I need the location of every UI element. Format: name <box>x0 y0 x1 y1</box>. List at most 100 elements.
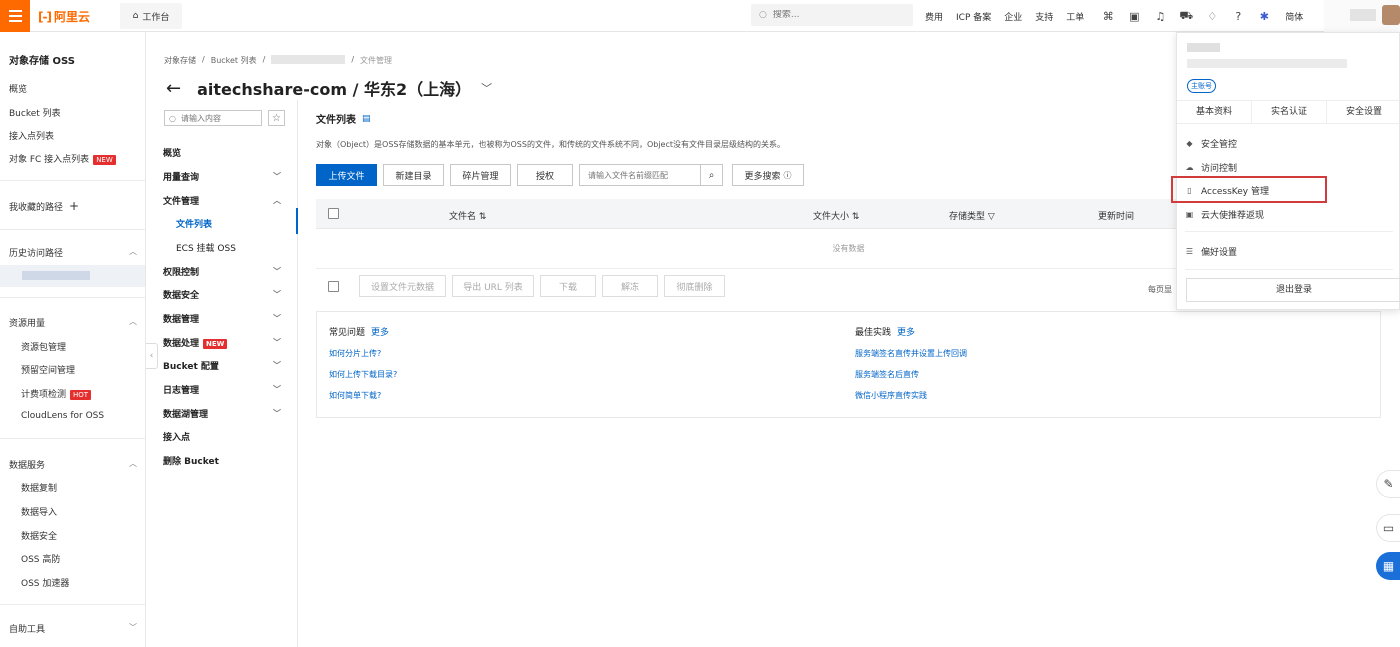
best-practice-link[interactable]: 服务端签名后直传 <box>855 369 967 380</box>
sidebar-item-bucket-list[interactable]: Bucket 列表 <box>9 106 61 119</box>
subnav-item-bucket-config[interactable]: Bucket 配置 ﹀ <box>163 359 281 372</box>
nav-enterprise[interactable]: 企业 <box>1004 10 1022 23</box>
global-search[interactable]: ○ <box>751 4 913 26</box>
sidebar-item-fc-access[interactable]: 对象 FC 接入点列表 NEW <box>9 152 116 165</box>
best-practice-link[interactable]: 微信小程序直传实践 <box>855 390 967 401</box>
subnav-item-file-list[interactable]: 文件列表 <box>176 217 294 230</box>
col-size[interactable]: 文件大小 ⇅ <box>813 209 859 222</box>
plus-icon[interactable]: + <box>69 199 79 213</box>
file-search-input[interactable] <box>580 170 700 180</box>
nav-ticket[interactable]: 工单 <box>1066 10 1084 23</box>
help-icon[interactable]: ? <box>1227 10 1249 23</box>
subnav-item-delete-bucket[interactable]: 删除 Bucket <box>163 454 281 467</box>
sidebar-self-tools-header[interactable]: 自助工具 ﹀ <box>9 622 137 635</box>
sidebar-data-services-header[interactable]: 数据服务 ︿ <box>9 458 137 471</box>
sidebar-item-security[interactable]: 数据安全 <box>21 529 57 542</box>
menu-icon[interactable] <box>0 0 30 32</box>
subnav-item-overview[interactable]: 概览 <box>163 146 281 159</box>
bell-icon[interactable]: ♫ <box>1149 10 1171 23</box>
sidebar-item-reserved[interactable]: 预留空间管理 <box>21 363 75 376</box>
avatar[interactable] <box>1324 0 1400 32</box>
best-practice-more-link[interactable]: 更多 <box>897 325 915 338</box>
faq-link[interactable]: 如何简单下载? <box>329 390 397 401</box>
breadcrumb-bucket-list[interactable]: Bucket 列表 <box>211 55 257 66</box>
search-icon[interactable]: ⌕ <box>700 165 722 185</box>
breadcrumb-oss[interactable]: 对象存储 <box>164 55 196 66</box>
tab-security-settings[interactable]: 安全设置 <box>1327 101 1400 123</box>
menu-item-referral[interactable]: ▣ 云大使推荐返现 <box>1185 208 1264 221</box>
faq-link[interactable]: 如何上传下载目录? <box>329 369 397 380</box>
subnav-item-data-security[interactable]: 数据安全 ﹀ <box>163 288 281 301</box>
select-all-checkbox[interactable] <box>328 208 339 219</box>
tab-real-name[interactable]: 实名认证 <box>1252 101 1327 123</box>
subnav-item-file-mgmt[interactable]: 文件管理 ︿ <box>163 194 281 207</box>
unfreeze-button[interactable]: 解冻 <box>602 275 658 297</box>
menu-item-security-control[interactable]: ◆ 安全管控 <box>1185 137 1237 150</box>
breadcrumb-bucket-redacted[interactable] <box>271 55 346 64</box>
export-url-button[interactable]: 导出 URL 列表 <box>452 275 534 297</box>
col-filename[interactable]: 文件名 ⇅ <box>449 209 486 222</box>
ai-icon[interactable]: ✱ <box>1253 10 1275 23</box>
more-search-button[interactable]: 更多搜索 ⓘ <box>732 164 804 186</box>
subnav-item-ecs-mount[interactable]: ECS 挂载 OSS <box>176 241 294 254</box>
subnav-item-access-point[interactable]: 接入点 <box>163 430 281 443</box>
tab-basic-info[interactable]: 基本资料 <box>1177 101 1252 123</box>
sidebar-item-replication[interactable]: 数据复制 <box>21 481 57 494</box>
sidebar-item-access-points[interactable]: 接入点列表 <box>9 129 54 142</box>
subnav-item-data-processing[interactable]: 数据处理 NEW ﹀ <box>163 336 281 349</box>
sidebar-item-import[interactable]: 数据导入 <box>21 505 57 518</box>
subnav-item-permission[interactable]: 权限控制 ﹀ <box>163 265 281 278</box>
sidebar-item-accelerator[interactable]: OSS 加速器 <box>21 576 69 589</box>
sidebar-fav-paths[interactable]: 我收藏的路径 + <box>9 199 79 213</box>
message-icon[interactable]: ▣ <box>1123 10 1145 23</box>
subnav-item-data-lake[interactable]: 数据湖管理 ﹀ <box>163 407 281 420</box>
nav-icp[interactable]: ICP 备案 <box>956 10 991 23</box>
sidebar-resources-header[interactable]: 资源用量 ︿ <box>9 316 137 329</box>
batch-checkbox[interactable] <box>328 280 339 292</box>
upload-button[interactable]: 上传文件 <box>316 164 377 186</box>
sort-icon[interactable]: ⇅ <box>852 212 860 222</box>
fragment-button[interactable]: 碎片管理 <box>450 164 511 186</box>
aliyun-logo[interactable]: [-] 阿里云 <box>38 8 90 25</box>
menu-item-access-control[interactable]: ☁ 访问控制 <box>1185 161 1238 174</box>
sidebar-item-package[interactable]: 资源包管理 <box>21 340 66 353</box>
chevron-down-icon[interactable]: ﹀ <box>481 80 492 96</box>
best-practice-link[interactable]: 服务端签名直传并设置上传回调 <box>855 348 967 359</box>
subnav-item-usage[interactable]: 用量查询 ﹀ <box>163 170 281 183</box>
history-path-item[interactable] <box>0 265 145 287</box>
sidebar-item-billing-check[interactable]: 计费项检测 HOT <box>21 387 92 400</box>
terminal-icon[interactable]: ⌘ <box>1097 10 1119 23</box>
sidebar-item-ddos[interactable]: OSS 高防 <box>21 552 60 565</box>
subnav-item-log-mgmt[interactable]: 日志管理 ﹀ <box>163 383 281 396</box>
sidebar-item-overview[interactable]: 概览 <box>9 82 27 95</box>
sidebar-history-header[interactable]: 历史访问路径 ︿ <box>9 246 137 259</box>
search-input[interactable] <box>772 10 893 20</box>
nav-support[interactable]: 支持 <box>1035 10 1053 23</box>
menu-item-preferences[interactable]: ☰ 偏好设置 <box>1185 245 1237 258</box>
delete-permanently-button[interactable]: 彻底删除 <box>664 275 725 297</box>
col-updated[interactable]: 更新时间 <box>1098 209 1134 222</box>
new-folder-button[interactable]: 新建目录 <box>383 164 444 186</box>
sidebar-item-cloudlens[interactable]: CloudLens for OSS <box>21 411 104 421</box>
sort-icon[interactable]: ⇅ <box>479 212 487 222</box>
back-arrow-icon[interactable]: ← <box>166 78 181 99</box>
set-metadata-button[interactable]: 设置文件元数据 <box>359 275 446 297</box>
faq-more-link[interactable]: 更多 <box>371 325 389 338</box>
cart-icon[interactable]: ⛟ <box>1175 9 1197 24</box>
faq-link[interactable]: 如何分片上传? <box>329 348 397 359</box>
col-storage-type[interactable]: 存储类型 ▽ <box>949 209 995 222</box>
logout-button[interactable]: 退出登录 <box>1186 278 1400 302</box>
apps-icon[interactable]: ▦ <box>1376 552 1400 580</box>
bulb-icon[interactable]: ♢ <box>1201 10 1223 23</box>
nav-fees[interactable]: 费用 <box>925 10 943 23</box>
authorize-button[interactable]: 授权 <box>517 164 573 186</box>
file-search[interactable]: ⌕ <box>579 164 723 186</box>
workbench-button[interactable]: ⌂ 工作台 <box>120 3 182 29</box>
doc-icon[interactable]: ▤ <box>362 114 371 124</box>
filter-icon[interactable]: ▽ <box>988 212 995 222</box>
lang-switch[interactable]: 简体 <box>1285 10 1303 23</box>
feedback-icon[interactable]: ▭ <box>1376 514 1400 542</box>
download-button[interactable]: 下载 <box>540 275 596 297</box>
edit-icon[interactable]: ✎ <box>1376 470 1400 498</box>
subnav-item-data-mgmt[interactable]: 数据管理 ﹀ <box>163 312 281 325</box>
